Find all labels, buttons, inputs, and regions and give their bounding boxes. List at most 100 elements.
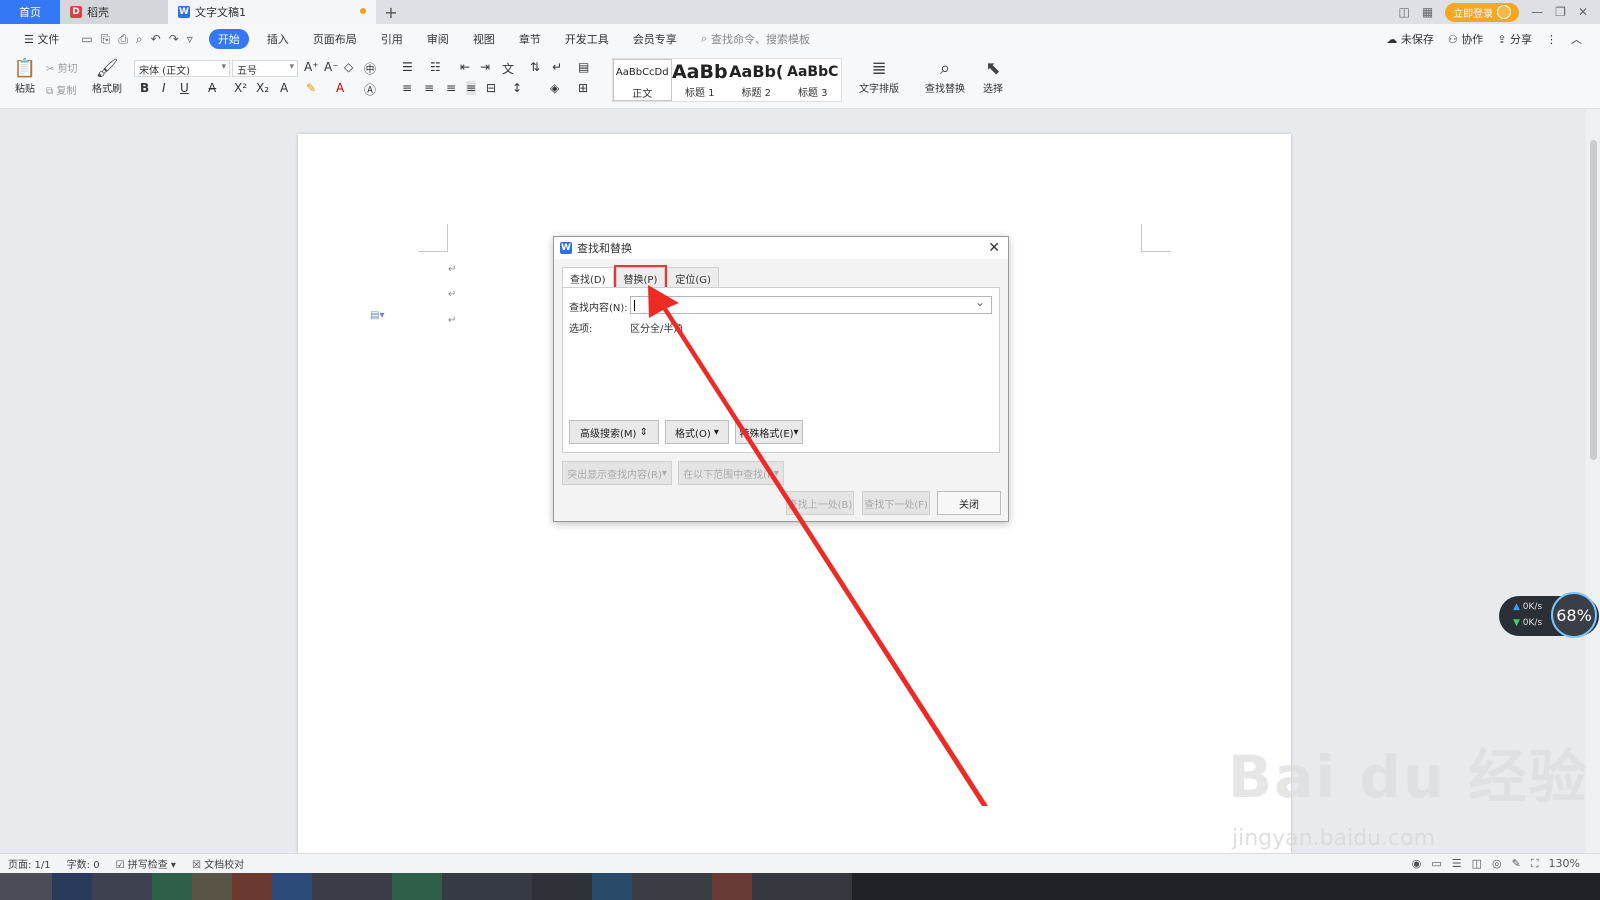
login-button[interactable]: 立即登录: [1445, 2, 1520, 22]
special-format-button[interactable]: 特殊格式(E) ▾: [735, 420, 803, 444]
taskbar-item[interactable]: [52, 873, 92, 900]
menu-home[interactable]: 开始: [208, 29, 249, 49]
eye-protect-icon[interactable]: ◉: [1412, 857, 1422, 870]
menu-review[interactable]: 审阅: [415, 31, 461, 47]
find-input[interactable]: [630, 295, 992, 314]
copy-button[interactable]: ⧉ 复制: [46, 82, 86, 97]
style-heading-3[interactable]: AaBbC 标题 3: [785, 59, 842, 101]
command-search[interactable]: ⌕ 查找命令、搜索模板: [701, 31, 810, 47]
undo-icon[interactable]: ↶: [151, 32, 161, 47]
find-previous-button[interactable]: 查找上一处(B): [786, 491, 854, 515]
export-pdf-icon[interactable]: ⎘: [101, 32, 111, 47]
taskbar-item[interactable]: [532, 873, 592, 900]
apps-grid-icon[interactable]: ▦: [1422, 5, 1433, 19]
line-spacing-icon[interactable]: ↕: [512, 81, 522, 95]
cut-button[interactable]: ✂ 剪切: [46, 60, 86, 75]
justify-icon[interactable]: ≡: [466, 81, 477, 95]
taskbar-item[interactable]: [272, 873, 312, 900]
select-button[interactable]: ⬉ 选择: [976, 58, 1010, 95]
unsaved-button[interactable]: ☁ 未保存: [1386, 31, 1434, 47]
word-count[interactable]: 字数: 0: [67, 856, 100, 871]
text-layout-button[interactable]: ≣ 文字排版: [854, 58, 904, 95]
taskbar-item[interactable]: [712, 873, 752, 900]
find-next-button[interactable]: 查找下一处(F): [862, 491, 930, 515]
print-preview-icon[interactable]: ⌕: [136, 32, 143, 47]
align-left-icon[interactable]: ≡: [402, 81, 412, 95]
char-border-icon[interactable]: Ⓐ: [364, 81, 376, 98]
tab-home[interactable]: 首页: [0, 0, 60, 24]
font-color-icon[interactable]: A: [336, 81, 344, 95]
minimize-icon[interactable]: —: [1531, 5, 1543, 19]
taskbar-item[interactable]: [442, 873, 532, 900]
menu-section[interactable]: 章节: [507, 31, 553, 47]
spell-check-toggle[interactable]: ☑ 拼写检查 ▾: [116, 856, 176, 871]
taskbar-item[interactable]: [632, 873, 712, 900]
align-right-icon[interactable]: ≡: [446, 81, 456, 95]
clear-format-icon[interactable]: ◇: [344, 60, 353, 74]
phonetic-icon[interactable]: ㊥: [364, 60, 376, 77]
format-painter-button[interactable]: 🖌 格式刷: [90, 58, 124, 95]
scrollbar-thumb[interactable]: [1590, 140, 1597, 460]
strikethrough-icon[interactable]: A̶: [208, 81, 216, 95]
save-icon[interactable]: ▭: [81, 32, 92, 47]
taskbar-item[interactable]: [592, 873, 632, 900]
restore-icon[interactable]: ❐: [1555, 5, 1566, 19]
highlight-icon[interactable]: ✎: [306, 81, 316, 95]
outline-view-icon[interactable]: ☰: [1452, 857, 1462, 870]
highlight-results-button[interactable]: 突出显示查找内容(R) ▾: [562, 461, 672, 485]
shading-icon[interactable]: ◈: [550, 81, 559, 95]
distributed-icon[interactable]: ⊟: [486, 81, 496, 95]
format-button[interactable]: 格式(O) ▾: [665, 420, 729, 444]
close-button[interactable]: 关闭: [937, 491, 1001, 515]
find-replace-button[interactable]: ⌕ 查找替换: [920, 58, 970, 95]
tab-document[interactable]: W 文字文稿1: [168, 0, 376, 24]
table-grid-icon[interactable]: ▤: [578, 60, 589, 74]
show-marks-icon[interactable]: ↵: [552, 60, 562, 74]
sort-icon[interactable]: ⇅: [530, 60, 540, 74]
menu-page-layout[interactable]: 页面布局: [301, 31, 369, 47]
share-button[interactable]: ⇪ 分享: [1497, 31, 1532, 47]
close-window-icon[interactable]: ✕: [1578, 5, 1588, 19]
zoom-level[interactable]: 130%: [1549, 857, 1580, 870]
taskbar-item[interactable]: [392, 873, 442, 900]
redo-icon[interactable]: ↷: [169, 32, 179, 47]
borders-icon[interactable]: ⊞: [578, 81, 588, 95]
taskbar-item[interactable]: [192, 873, 232, 900]
taskbar-item[interactable]: [92, 873, 152, 900]
menu-insert[interactable]: 插入: [255, 31, 301, 47]
subscript-icon[interactable]: X₂: [256, 81, 269, 95]
find-in-range-button[interactable]: 在以下范围中查找(I) ▾: [678, 461, 784, 485]
italic-icon[interactable]: I: [162, 81, 166, 95]
taskbar-item[interactable]: [312, 873, 392, 900]
customize-chevron-icon[interactable]: ▿: [187, 32, 193, 47]
align-center-icon[interactable]: ≡: [424, 81, 434, 95]
font-name-select[interactable]: 宋体 (正文): [134, 60, 230, 77]
menu-member[interactable]: 会员专享: [621, 31, 689, 47]
page-view-icon[interactable]: ▭: [1431, 857, 1441, 870]
chinese-layout-icon[interactable]: 文: [502, 60, 514, 77]
superscript-icon[interactable]: X²: [234, 81, 247, 95]
layout-icon[interactable]: ◫: [1398, 5, 1409, 19]
shrink-font-icon[interactable]: A⁻: [324, 60, 339, 74]
page-count[interactable]: 页面: 1/1: [8, 856, 51, 871]
file-menu[interactable]: ☰ 文件: [12, 31, 71, 47]
menu-developer[interactable]: 开发工具: [553, 31, 621, 47]
taskbar-item[interactable]: [0, 873, 52, 900]
menu-references[interactable]: 引用: [369, 31, 415, 47]
collapse-ribbon-icon[interactable]: ︿: [1571, 31, 1582, 47]
print-icon[interactable]: ⎙: [118, 32, 128, 47]
zoom-fit-icon[interactable]: ⛶: [1531, 857, 1539, 871]
pen-icon[interactable]: ✎: [1512, 857, 1521, 870]
style-normal[interactable]: AaBbCcDd 正文: [613, 59, 672, 101]
tab-daoke[interactable]: D 稻壳: [60, 0, 168, 24]
increase-indent-icon[interactable]: ⇥: [480, 60, 490, 74]
menu-view[interactable]: 视图: [461, 31, 507, 47]
collab-button[interactable]: ⚇ 协作: [1448, 31, 1483, 47]
close-icon[interactable]: ✕: [988, 240, 1000, 256]
document-float-icon[interactable]: ▤▾: [370, 310, 384, 321]
web-view-icon[interactable]: ◫: [1472, 857, 1482, 870]
taskbar-item[interactable]: [152, 873, 192, 900]
bullets-icon[interactable]: ☰: [402, 60, 413, 74]
text-effect-icon[interactable]: A: [280, 81, 288, 95]
taskbar-item[interactable]: [752, 873, 852, 900]
